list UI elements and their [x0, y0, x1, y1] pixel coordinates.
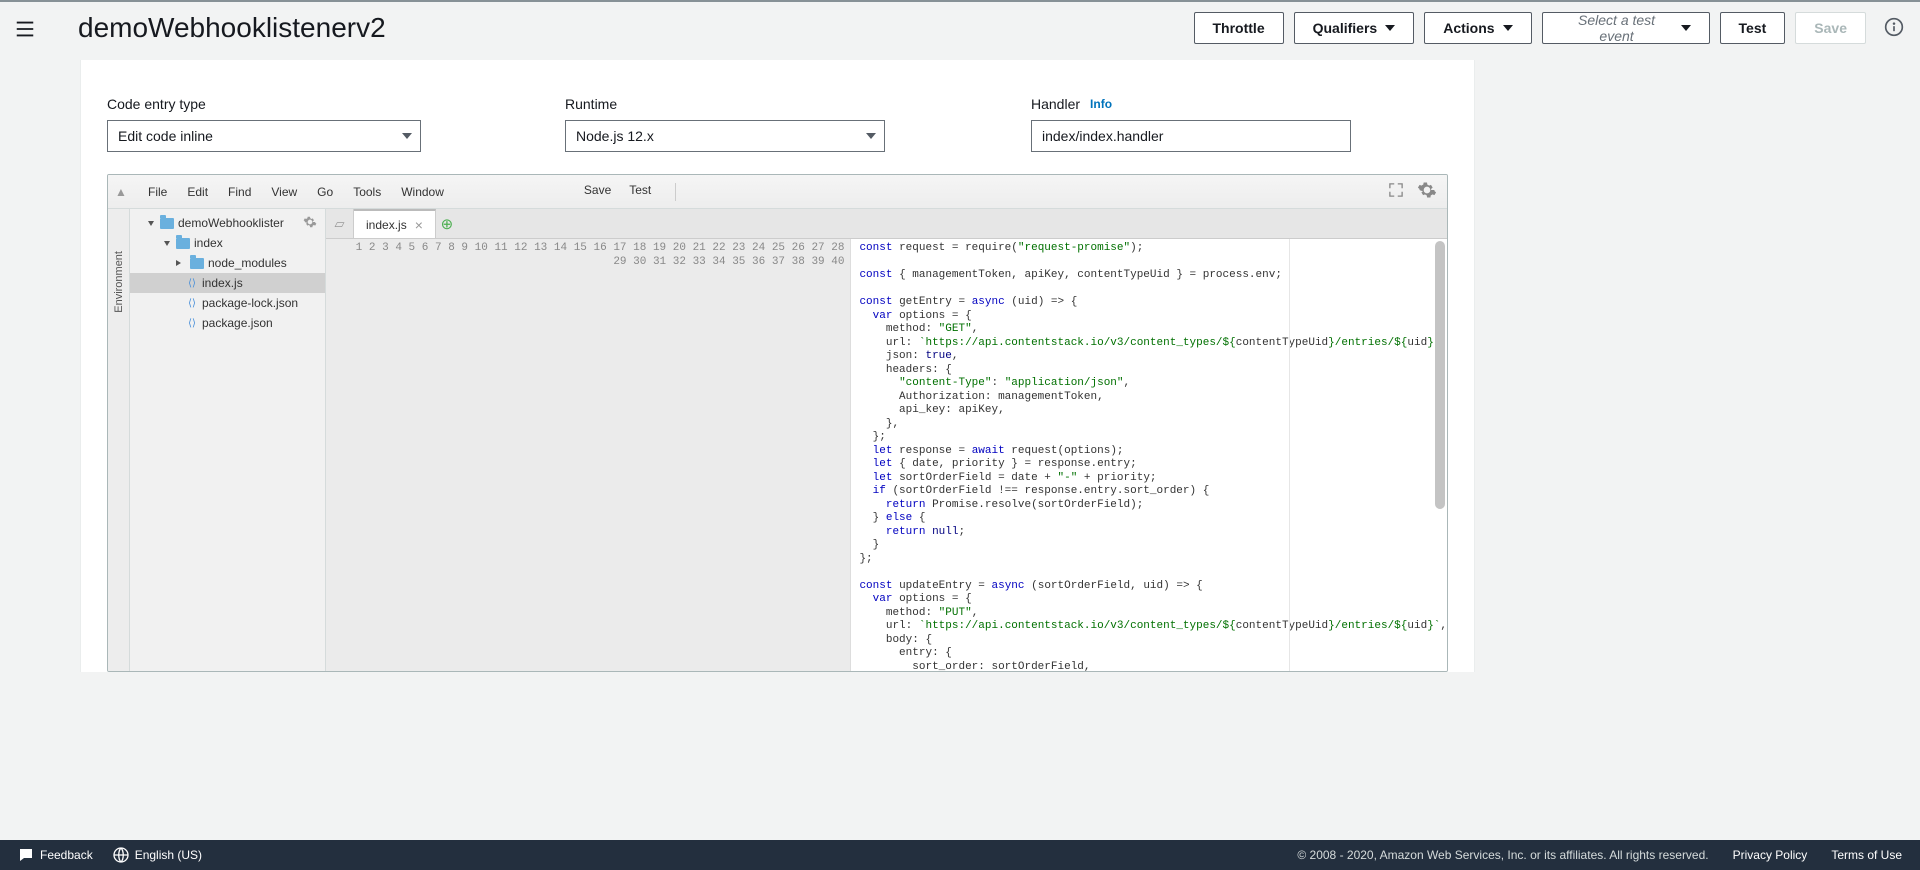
select-test-event-dropdown[interactable]: Select a test event — [1542, 12, 1710, 44]
handler-label-row: Handler Info — [1031, 96, 1351, 112]
caret-down-icon — [1681, 25, 1691, 31]
copyright-text: © 2008 - 2020, Amazon Web Services, Inc.… — [1297, 848, 1708, 862]
tree-file-package-lock[interactable]: ⟨⟩ package-lock.json — [130, 293, 325, 313]
code-editor[interactable]: 1 2 3 4 5 6 7 8 9 10 11 12 13 14 15 16 1… — [326, 239, 1447, 671]
caret-down-icon — [402, 133, 412, 139]
runtime-value: Node.js 12.x — [576, 128, 654, 144]
editor-save[interactable]: Save — [584, 183, 611, 201]
tree-folder-label: index — [194, 236, 223, 250]
hamburger-menu-icon[interactable] — [14, 18, 38, 42]
globe-icon — [113, 847, 129, 863]
header: demoWebhooklistenerv2 Throttle Qualifier… — [0, 2, 1920, 60]
chat-icon — [18, 847, 34, 863]
footer: Feedback English (US) © 2008 - 2020, Ama… — [0, 840, 1920, 870]
tree-node-modules-label: node_modules — [208, 256, 287, 270]
gear-icon[interactable] — [1417, 180, 1437, 203]
actions-label: Actions — [1443, 20, 1494, 36]
save-button: Save — [1795, 12, 1866, 44]
editor-panel: ▲ File Edit Find View Go Tools Window Sa… — [107, 174, 1448, 672]
main-sheet: Code entry type Edit code inline Runtime… — [80, 60, 1475, 672]
code-ruler — [1289, 239, 1290, 671]
separator — [675, 183, 676, 201]
feedback-link[interactable]: Feedback — [18, 847, 93, 863]
tree-file-label: index.js — [202, 276, 243, 290]
privacy-link[interactable]: Privacy Policy — [1733, 848, 1808, 862]
code-entry-type-value: Edit code inline — [118, 128, 213, 144]
js-file-icon: ⟨⟩ — [186, 277, 198, 289]
folder-icon — [190, 258, 204, 269]
tab-handle-icon[interactable]: ▱ — [326, 209, 354, 238]
tab-index-js[interactable]: index.js × — [354, 209, 436, 238]
caret-down-icon — [866, 133, 876, 139]
help-icon[interactable] — [1884, 17, 1906, 39]
page-title: demoWebhooklistenerv2 — [78, 12, 386, 44]
tree-file-label: package-lock.json — [202, 296, 298, 310]
tree-root[interactable]: demoWebhooklister — [130, 213, 325, 233]
config-row: Code entry type Edit code inline Runtime… — [81, 96, 1474, 174]
language-label: English (US) — [135, 848, 202, 862]
throttle-button[interactable]: Throttle — [1194, 12, 1284, 44]
menu-view[interactable]: View — [261, 185, 307, 199]
chevron-down-icon — [148, 221, 154, 226]
environment-strip[interactable]: Environment — [108, 209, 130, 671]
code-entry-type-select[interactable]: Edit code inline — [107, 120, 421, 152]
code-entry-type-label: Code entry type — [107, 96, 421, 112]
folder-icon — [176, 238, 190, 249]
menu-edit[interactable]: Edit — [177, 185, 218, 199]
js-file-icon: ⟨⟩ — [186, 317, 198, 329]
tab-strip: ▱ index.js × ⊕ — [326, 209, 1447, 239]
actions-button[interactable]: Actions — [1424, 12, 1531, 44]
feedback-label: Feedback — [40, 848, 93, 862]
test-button[interactable]: Test — [1720, 12, 1786, 44]
menu-window[interactable]: Window — [391, 185, 454, 199]
tree-file-index-js[interactable]: ⟨⟩ index.js — [130, 273, 325, 293]
editor-menu: File Edit Find View Go Tools Window — [138, 185, 454, 199]
handler-value: index/index.handler — [1042, 128, 1163, 144]
code-content[interactable]: const request = require("request-promise… — [851, 239, 1447, 671]
handler-input[interactable]: index/index.handler — [1031, 120, 1351, 152]
menu-find[interactable]: Find — [218, 185, 261, 199]
code-area: ▱ index.js × ⊕ 1 2 3 4 5 6 7 8 9 10 11 1… — [326, 209, 1447, 671]
line-gutter: 1 2 3 4 5 6 7 8 9 10 11 12 13 14 15 16 1… — [326, 239, 851, 671]
header-actions: Throttle Qualifiers Actions Select a tes… — [1194, 12, 1867, 44]
editor-test[interactable]: Test — [629, 183, 651, 201]
menu-file[interactable]: File — [138, 185, 177, 199]
file-tree: demoWebhooklister index node_modules — [130, 209, 326, 671]
chevron-down-icon — [164, 241, 170, 246]
scrollbar-vertical[interactable] — [1435, 241, 1445, 509]
tree-file-label: package.json — [202, 316, 273, 330]
close-icon[interactable]: × — [415, 217, 423, 233]
handler-info-link[interactable]: Info — [1090, 97, 1112, 111]
runtime-select[interactable]: Node.js 12.x — [565, 120, 885, 152]
terms-link[interactable]: Terms of Use — [1831, 848, 1902, 862]
tree-root-label: demoWebhooklister — [178, 216, 284, 230]
handler-label: Handler — [1031, 96, 1080, 112]
menu-tools[interactable]: Tools — [343, 185, 391, 199]
tree-folder-node-modules[interactable]: node_modules — [130, 253, 325, 273]
js-file-icon: ⟨⟩ — [186, 297, 198, 309]
fullscreen-icon[interactable] — [1389, 183, 1403, 200]
qualifiers-label: Qualifiers — [1313, 20, 1378, 36]
qualifiers-button[interactable]: Qualifiers — [1294, 12, 1415, 44]
select-test-placeholder: Select a test event — [1561, 12, 1673, 44]
editor-topbar: ▲ File Edit Find View Go Tools Window Sa… — [108, 175, 1447, 209]
folder-icon — [160, 218, 174, 229]
tab-label: index.js — [366, 218, 407, 232]
runtime-label: Runtime — [565, 96, 885, 112]
tab-add-icon[interactable]: ⊕ — [436, 209, 458, 238]
collapse-arrow-icon[interactable]: ▲ — [108, 185, 134, 199]
menu-go[interactable]: Go — [307, 185, 343, 199]
tree-folder-index[interactable]: index — [130, 233, 325, 253]
language-selector[interactable]: English (US) — [113, 847, 202, 863]
chevron-right-icon — [176, 260, 184, 266]
caret-down-icon — [1503, 25, 1513, 31]
tree-file-package-json[interactable]: ⟨⟩ package.json — [130, 313, 325, 333]
gear-icon[interactable] — [303, 215, 319, 231]
caret-down-icon — [1385, 25, 1395, 31]
environment-label: Environment — [113, 251, 125, 313]
